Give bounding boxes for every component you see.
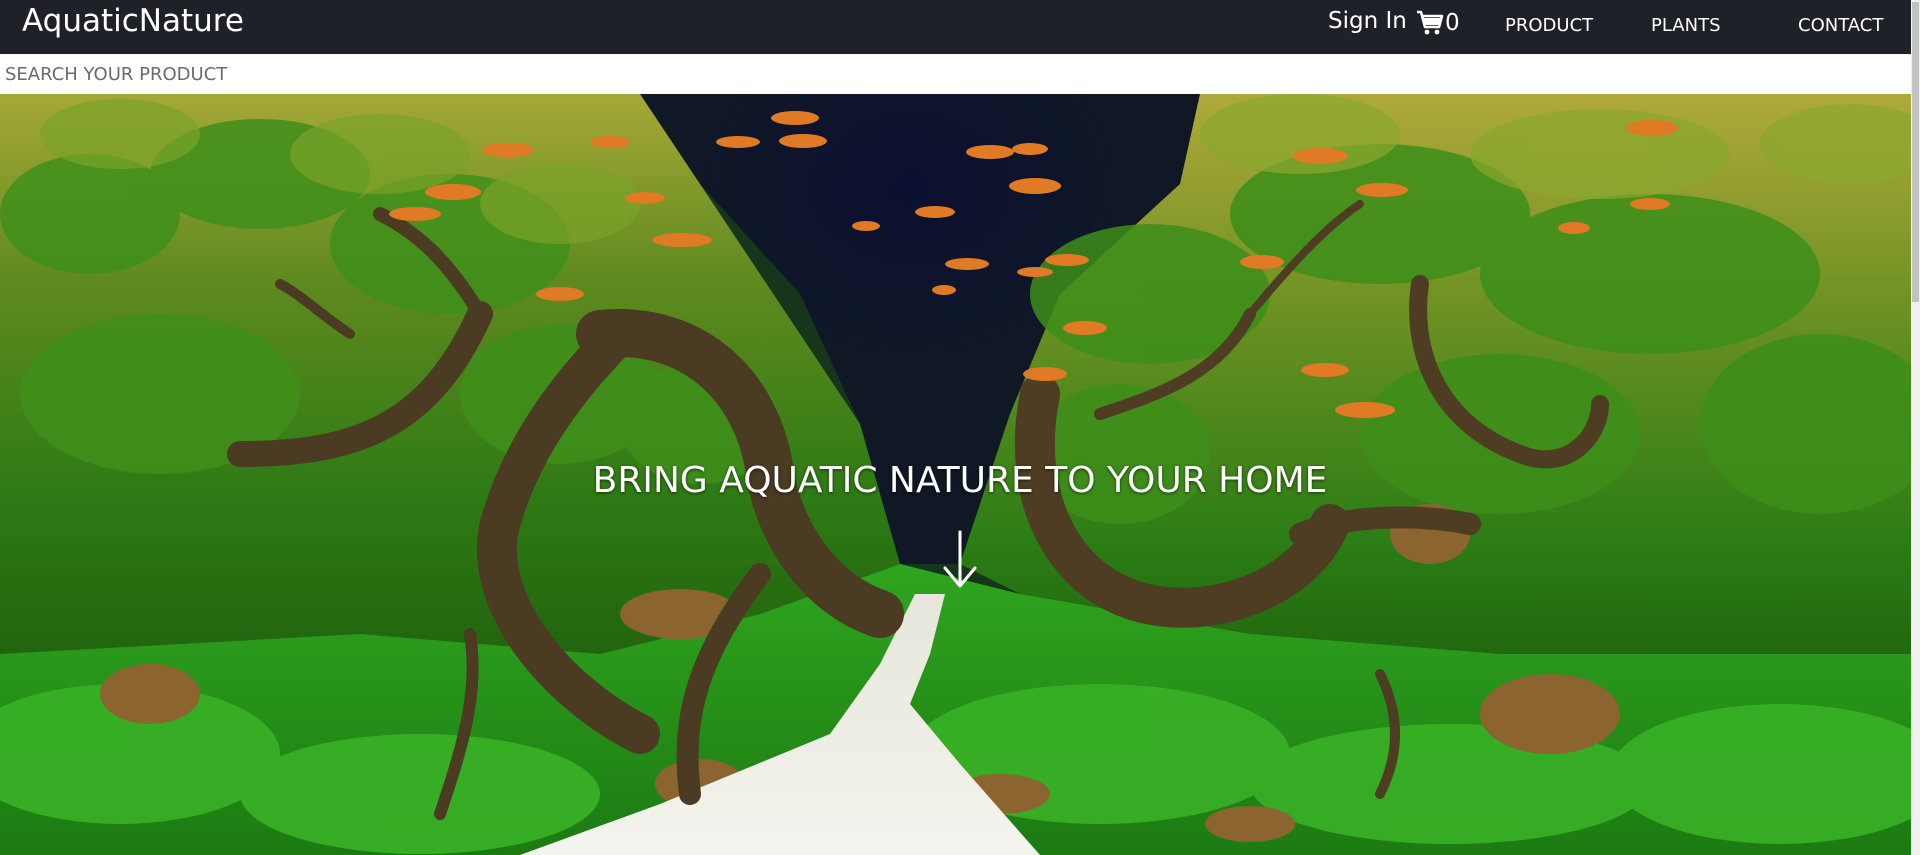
scrollbar-thumb[interactable]: [1912, 2, 1919, 302]
sign-in-link[interactable]: Sign In: [1328, 6, 1407, 36]
search-input[interactable]: [0, 54, 1918, 94]
arrow-down-icon[interactable]: [942, 530, 978, 590]
search-bar: [0, 54, 1920, 94]
nav-link-plants[interactable]: PLANTS: [1651, 13, 1721, 39]
cart-count: 0: [1445, 10, 1460, 36]
hero-headline: BRING AQUATIC NATURE TO YOUR HOME: [592, 460, 1328, 501]
cart-button[interactable]: 0: [1416, 8, 1460, 38]
nav-link-contact[interactable]: CONTACT: [1798, 13, 1883, 39]
top-navbar: AquaticNature Sign In 0 PRODUCT PLANTS C…: [0, 0, 1920, 54]
nav-link-product[interactable]: PRODUCT: [1505, 13, 1593, 39]
hero-banner: BRING AQUATIC NATURE TO YOUR HOME: [0, 94, 1920, 855]
shopping-cart-icon: [1416, 10, 1444, 36]
page-scrollbar[interactable]: [1911, 0, 1920, 855]
brand-logo[interactable]: AquaticNature: [22, 0, 244, 42]
